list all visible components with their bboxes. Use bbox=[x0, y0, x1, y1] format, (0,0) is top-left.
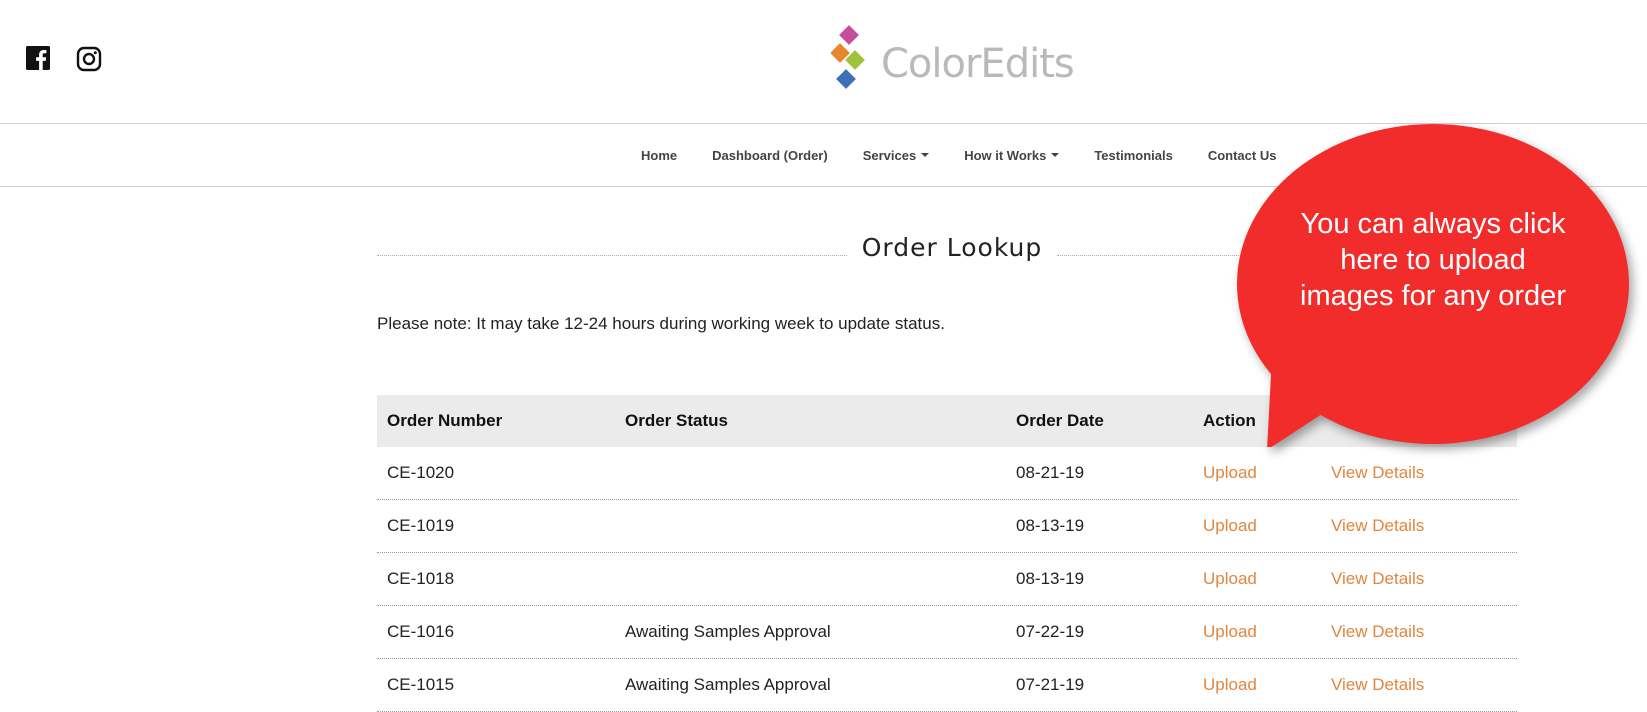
order-date: 08-13-19 bbox=[1016, 569, 1085, 588]
nav-testimonials[interactable]: Testimonials bbox=[1094, 148, 1173, 163]
callout-text: You can always click here to upload imag… bbox=[1300, 208, 1566, 312]
nav-home-label: Home bbox=[641, 147, 678, 163]
title-rule-left bbox=[377, 255, 847, 256]
view-details-link[interactable]: View Details bbox=[1331, 553, 1424, 605]
upload-link[interactable]: Upload bbox=[1203, 659, 1257, 711]
order-number: CE-1015 bbox=[387, 675, 455, 694]
order-status: Awaiting Samples Approval bbox=[625, 622, 831, 641]
table-row: CE-1015 Awaiting Samples Approval 07-21-… bbox=[377, 659, 1517, 712]
instagram-icon[interactable] bbox=[76, 46, 102, 72]
header-order-number: Order Number bbox=[387, 411, 503, 430]
table-row: CE-1019 08-13-19 Upload View Details bbox=[377, 500, 1517, 553]
order-number: CE-1020 bbox=[387, 463, 455, 482]
view-details-link[interactable]: View Details bbox=[1331, 500, 1424, 552]
upload-link[interactable]: Upload bbox=[1203, 553, 1257, 605]
upload-link[interactable]: Upload bbox=[1203, 606, 1257, 658]
caret-down-icon bbox=[1051, 153, 1060, 157]
table-row: CE-1018 08-13-19 Upload View Details bbox=[377, 553, 1517, 606]
nav-how-it-works[interactable]: How it Works bbox=[964, 147, 1060, 163]
view-details-link[interactable]: View Details bbox=[1331, 659, 1424, 711]
header-order-status: Order Status bbox=[625, 411, 728, 430]
order-date: 07-22-19 bbox=[1016, 622, 1085, 641]
order-status: Awaiting Samples Approval bbox=[625, 675, 831, 694]
caret-down-icon bbox=[921, 153, 930, 157]
status-update-note: Please note: It may take 12-24 hours dur… bbox=[377, 314, 945, 333]
order-number: CE-1019 bbox=[387, 516, 455, 535]
order-number: CE-1016 bbox=[387, 622, 455, 641]
order-date: 07-21-19 bbox=[1016, 675, 1085, 694]
facebook-icon[interactable] bbox=[26, 46, 50, 70]
order-date: 08-21-19 bbox=[1016, 463, 1085, 482]
table-row: CE-1016 Awaiting Samples Approval 07-22-… bbox=[377, 606, 1517, 659]
view-details-link[interactable]: View Details bbox=[1331, 606, 1424, 658]
logo-mark-icon bbox=[830, 25, 865, 89]
header-order-date: Order Date bbox=[1016, 411, 1104, 430]
upload-link[interactable]: Upload bbox=[1203, 500, 1257, 552]
logo-wordmark: ColorEdits bbox=[881, 41, 1075, 87]
nav-services[interactable]: Services bbox=[863, 148, 930, 163]
main-nav: Home Dashboard (Order) Services How it W… bbox=[641, 124, 1311, 186]
table-row: CE-1020 08-21-19 Upload View Details bbox=[377, 447, 1517, 500]
nav-dashboard-label: Dashboard (Order) bbox=[712, 147, 828, 163]
nav-services-label: Services bbox=[862, 147, 917, 163]
upload-link[interactable]: Upload bbox=[1203, 447, 1257, 499]
nav-testimonials-label: Testimonials bbox=[1094, 147, 1173, 163]
order-number: CE-1018 bbox=[387, 569, 455, 588]
order-date: 08-13-19 bbox=[1016, 516, 1085, 535]
page-title: Order Lookup bbox=[861, 233, 1043, 262]
site-header: ColorEdits bbox=[0, 0, 1647, 123]
nav-home[interactable]: Home bbox=[641, 148, 677, 163]
nav-dashboard[interactable]: Dashboard (Order) bbox=[712, 148, 828, 163]
coloredits-logo[interactable]: ColorEdits bbox=[830, 24, 1075, 100]
view-details-link[interactable]: View Details bbox=[1331, 447, 1424, 499]
nav-how-it-works-label: How it Works bbox=[964, 147, 1047, 163]
